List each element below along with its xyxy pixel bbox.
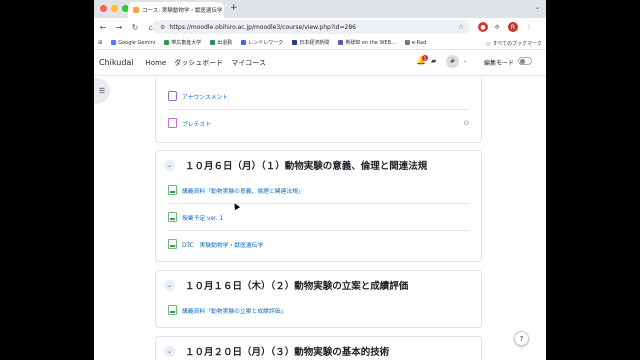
pdf-icon <box>168 212 177 222</box>
chevron-down-icon[interactable]: ⌄ <box>164 345 175 357</box>
activity-lecture-material[interactable]: 講義資料「動物実験の立案と成績評価」 <box>168 305 286 315</box>
notification-badge: 1 <box>422 55 428 61</box>
activity-lecture-material[interactable]: 講義資料「動物実験の意義、倫理と関連法規」 <box>168 185 304 195</box>
address-bar-row: ← → ↻ ⌂ ⚙ https://moodle.obihiro.ac.jp/m… <box>94 18 546 36</box>
back-icon[interactable]: ← <box>98 23 108 32</box>
divider <box>168 230 469 231</box>
nav-my-courses[interactable]: マイコース <box>231 58 266 68</box>
divider <box>168 203 469 204</box>
bookmark-star-icon[interactable]: ☆ <box>458 23 464 31</box>
chevron-down-icon[interactable]: ⌄ <box>463 58 467 64</box>
new-tab-button[interactable]: + <box>230 3 238 13</box>
activity-dtc[interactable]: DTC 実験動物学・獣医遺伝学 <box>168 239 263 249</box>
section-header[interactable]: ⌄ １０月１６日（木）（２）動物実験の立案と成績評価 <box>164 278 408 292</box>
url-text[interactable]: https://moodle.obihiro.ac.jp/moodle3/cou… <box>169 24 356 31</box>
edit-mode-toggle[interactable] <box>518 57 532 65</box>
activity-pretest[interactable]: プレテスト <box>168 118 211 128</box>
bookmark-telework[interactable]: レンドレワーク <box>241 39 283 46</box>
apps-grid-icon[interactable]: ⊞ <box>98 40 102 46</box>
nav-dashboard[interactable]: ダッシュボード <box>174 58 223 68</box>
browser-window: コース: 実験動物学・獣医遺伝学 × + ⌄ ← → ↻ ⌂ ⚙ https:/… <box>94 0 546 360</box>
tab-strip: コース: 実験動物学・獣医遺伝学 × + ⌄ <box>94 0 546 18</box>
section-oct-06: ⌄ １０月６日（月）（１）動物実験の意義、倫理と関連法規 講義資料「動物実験の意… <box>155 150 482 262</box>
section-title: １０月１６日（木）（２）動物実験の立案と成績評価 <box>185 281 409 292</box>
divider <box>168 109 469 110</box>
chevron-down-icon[interactable]: ⌄ <box>164 159 175 171</box>
bookmark-attendance[interactable]: 出退勤 <box>210 39 232 46</box>
bookmark-favicon-icon <box>338 40 344 45</box>
nav-home[interactable]: Home <box>146 59 167 67</box>
bookmark-gemini[interactable]: Google Gemini <box>111 40 155 46</box>
bookmark-favicon-icon <box>210 40 216 45</box>
edit-mode-label: 編集モード <box>484 60 515 67</box>
active-tab[interactable]: コース: 実験動物学・獣医遺伝学 × <box>128 2 224 18</box>
bookmark-eijiro[interactable]: 英辞郎 on the WEB... <box>338 39 396 46</box>
tab-search-icon[interactable]: ⌄ <box>535 4 540 11</box>
section-header[interactable]: ⌄ １０月６日（月）（１）動物実験の意義、倫理と関連法規 <box>164 158 427 172</box>
group-mode-icon[interactable]: ⚇ <box>464 120 469 127</box>
minimize-window-icon[interactable] <box>111 5 118 12</box>
quiz-icon <box>168 118 177 128</box>
close-window-icon[interactable] <box>100 5 107 12</box>
section-title: １０月２０日（月）（３）動物実験の基本的技術 <box>185 347 390 358</box>
list-icon: ☰ <box>98 87 106 95</box>
bookmark-favicon-icon <box>164 40 170 45</box>
browser-menu-icon[interactable]: ⋮ <box>524 22 534 32</box>
profile-avatar[interactable]: R <box>508 22 518 32</box>
chevron-down-icon[interactable]: ⌄ <box>164 279 175 291</box>
moodle-navbar: Chikudai Home ダッシュボード マイコース 🔔 1 ▰ # ⌄ 編集… <box>94 50 546 76</box>
site-brand[interactable]: Chikudai <box>99 58 134 67</box>
reload-icon[interactable]: ↻ <box>130 23 140 32</box>
forum-icon <box>168 91 177 101</box>
section-title: １０月６日（月）（１）動物実験の意義、倫理と関連法規 <box>185 161 428 172</box>
bookmarks-bar: ⊞ Google Gemini 帯広畜産大学 出退勤 レンドレワーク 日本経済新… <box>94 36 546 50</box>
bookmark-nikkei[interactable]: 日本経済新聞 <box>292 39 329 46</box>
course-content: アナウンスメント プレテスト ⚇ ⌄ １０月６日（月）（１）動物実験の意義、倫理… <box>94 77 546 360</box>
bookmark-favicon-icon <box>111 40 117 45</box>
moodle-favicon-icon <box>133 7 139 13</box>
tab-title: コース: 実験動物学・獣医遺伝学 <box>142 8 223 14</box>
pdf-icon <box>168 305 177 315</box>
section-general: アナウンスメント プレテスト ⚇ <box>155 77 482 143</box>
help-button[interactable]: ? <box>514 331 529 346</box>
bookmark-favicon-icon <box>292 40 298 45</box>
site-info-icon[interactable]: ⚙ <box>160 24 165 31</box>
address-bar[interactable]: ⚙ https://moodle.obihiro.ac.jp/moodle3/c… <box>152 20 470 34</box>
bookmark-university[interactable]: 帯広畜産大学 <box>164 39 201 46</box>
pdf-icon <box>168 239 177 249</box>
bookmark-erad[interactable]: e-Rad <box>404 40 426 46</box>
bookmark-favicon-icon <box>241 40 247 45</box>
extensions-puzzle-icon[interactable]: ✣ <box>492 22 502 32</box>
forward-icon[interactable]: → <box>114 23 124 32</box>
section-oct-20: ⌄ １０月２０日（月）（３）動物実験の基本的技術 <box>155 336 482 360</box>
messages-icon[interactable]: ▰ <box>431 57 436 65</box>
bookmark-favicon-icon <box>404 40 410 45</box>
section-header[interactable]: ⌄ １０月２０日（月）（３）動物実験の基本的技術 <box>164 344 389 358</box>
all-bookmarks[interactable]: ▭ すべてのブックマーク <box>485 40 542 48</box>
section-oct-16: ⌄ １０月１６日（木）（２）動物実験の立案と成績評価 講義資料「動物実験の立案と… <box>155 270 482 328</box>
pdf-icon <box>168 185 177 195</box>
activity-announcements[interactable]: アナウンスメント <box>168 91 228 101</box>
user-avatar[interactable]: # <box>446 55 459 68</box>
window-controls <box>100 5 129 12</box>
folder-icon: ▭ <box>485 40 491 47</box>
activity-schedule[interactable]: 授業予定 ver. 1 <box>168 212 223 222</box>
extension-icon[interactable]: ● <box>478 22 488 32</box>
